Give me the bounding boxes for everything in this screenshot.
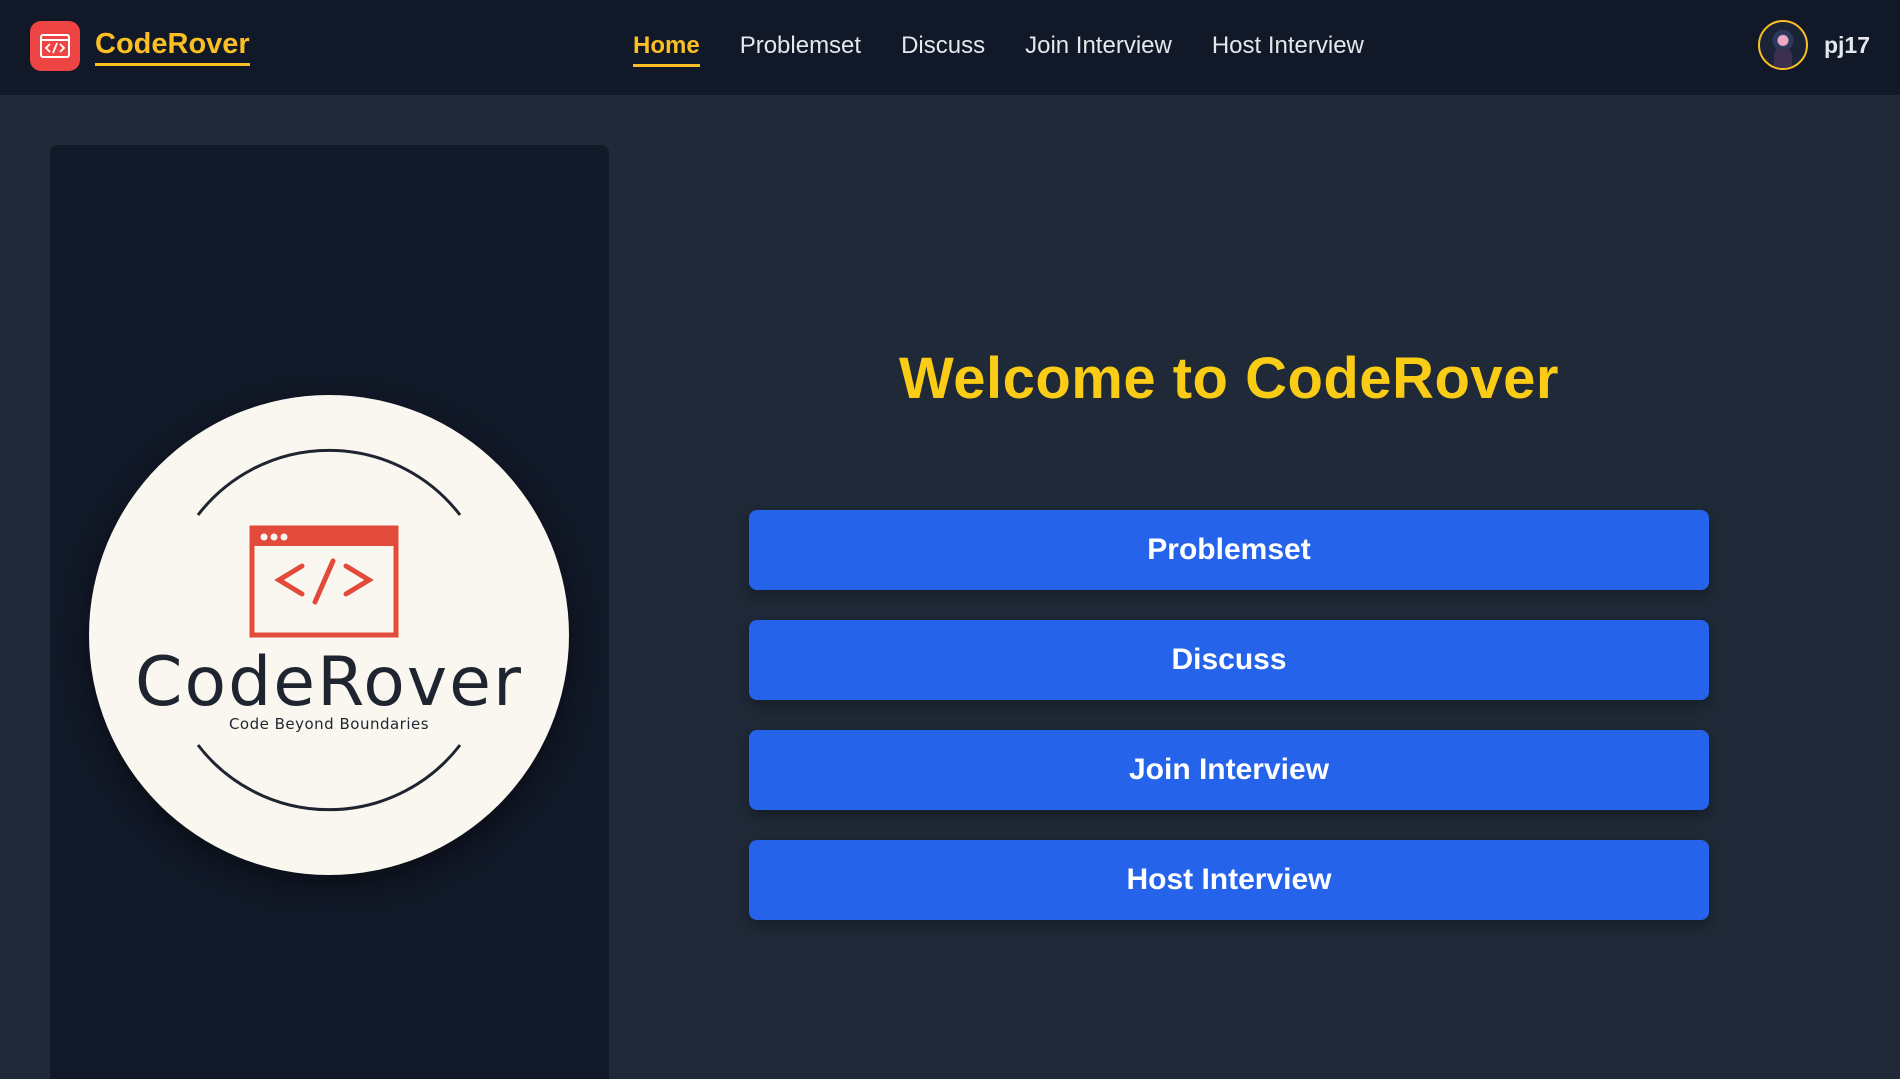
avatar[interactable] <box>1757 20 1808 70</box>
navbar: CodeRover Home Problemset Discuss Join I… <box>0 0 1900 95</box>
username: pj17 <box>1823 31 1870 58</box>
discuss-button[interactable]: Discuss <box>749 620 1709 700</box>
nav-home[interactable]: Home <box>633 30 700 67</box>
logo-panel: CodeRover Code Beyond Boundaries <box>50 145 609 1079</box>
logo-wordmark: CodeRover <box>135 643 523 722</box>
brand-link[interactable]: CodeRover <box>30 20 250 72</box>
problemset-button[interactable]: Problemset <box>749 510 1709 590</box>
main-nav: Home Problemset Discuss Join Interview H… <box>633 30 1364 67</box>
brand-name: CodeRover <box>95 27 250 66</box>
logo-tagline: Code Beyond Boundaries <box>228 715 430 733</box>
join-interview-button[interactable]: Join Interview <box>749 730 1709 810</box>
nav-problemset[interactable]: Problemset <box>740 30 861 67</box>
page-title: Welcome to CodeRover <box>899 346 1559 411</box>
action-buttons: Problemset Discuss Join Interview Host I… <box>749 510 1709 920</box>
nav-discuss[interactable]: Discuss <box>901 30 985 67</box>
nav-join-interview[interactable]: Join Interview <box>1025 30 1172 67</box>
logo-graphic <box>196 448 462 812</box>
host-interview-button[interactable]: Host Interview <box>749 840 1709 920</box>
code-window-icon <box>30 21 80 71</box>
coderover-logo: CodeRover Code Beyond Boundaries <box>89 395 569 875</box>
user-menu[interactable]: pj17 <box>1757 20 1870 70</box>
nav-host-interview[interactable]: Host Interview <box>1212 30 1364 67</box>
